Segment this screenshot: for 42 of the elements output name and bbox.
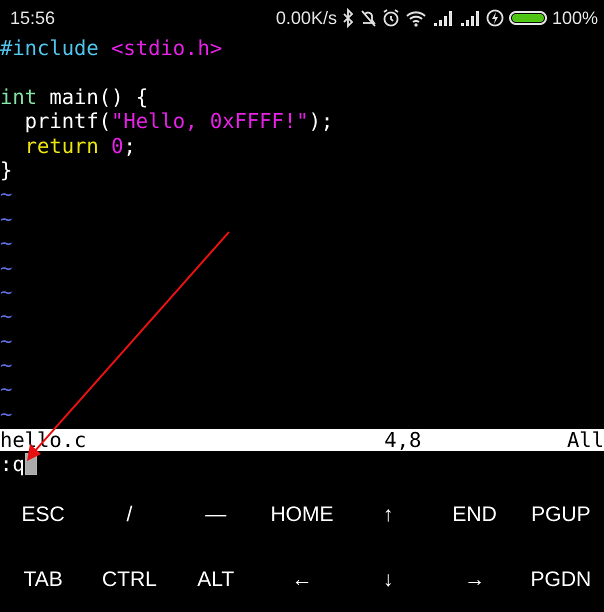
key-button[interactable]: PGUP bbox=[518, 490, 604, 540]
code-line: #include <stdio.h> bbox=[0, 36, 222, 60]
code-line: } bbox=[0, 158, 12, 182]
empty-line-marker: ~ bbox=[0, 280, 12, 304]
signal-icon bbox=[432, 8, 454, 28]
muted-bell-icon bbox=[358, 8, 377, 28]
empty-line-marker: ~ bbox=[0, 256, 12, 280]
key-button[interactable]: — bbox=[172, 490, 259, 540]
code-line: printf("Hello, 0xFFFF!"); bbox=[24, 109, 334, 134]
cursor-position: 4,8 bbox=[384, 429, 422, 452]
empty-line-marker: ~ bbox=[0, 304, 12, 328]
network-speed: 0.00K/s bbox=[276, 8, 337, 28]
code-line: return 0; bbox=[24, 134, 136, 158]
battery-icon bbox=[508, 11, 547, 25]
empty-line-marker: ~ bbox=[0, 328, 12, 353]
signal-icon bbox=[458, 8, 481, 28]
key-button[interactable]: CTRL bbox=[86, 554, 173, 605]
empty-line-marker: ~ bbox=[0, 353, 12, 378]
key-button[interactable]: HOME bbox=[258, 490, 346, 540]
code-line: int main() { bbox=[0, 84, 148, 109]
key-button[interactable]: TAB bbox=[0, 554, 86, 605]
key-button[interactable]: PGDN bbox=[518, 554, 604, 605]
clock-time: 15:56 bbox=[10, 8, 56, 28]
empty-line-marker: ~ bbox=[0, 206, 12, 231]
key-button[interactable]: ALT bbox=[172, 554, 259, 605]
key-button[interactable]: END bbox=[431, 490, 518, 540]
alarm-clock-icon bbox=[382, 8, 400, 28]
empty-line-marker: ~ bbox=[0, 182, 12, 206]
key-button[interactable]: ← bbox=[258, 554, 346, 605]
key-button[interactable]: ↓ bbox=[345, 554, 432, 605]
command-text: :q bbox=[0, 452, 25, 476]
scroll-position: All bbox=[566, 429, 604, 452]
bluetooth-icon bbox=[342, 8, 354, 28]
battery-percent: 100% bbox=[552, 8, 598, 28]
empty-line-marker: ~ bbox=[0, 377, 12, 402]
empty-line-marker: ~ bbox=[0, 231, 12, 256]
key-button[interactable]: ↑ bbox=[345, 490, 432, 540]
key-button[interactable]: → bbox=[431, 554, 518, 605]
key-button[interactable]: / bbox=[86, 490, 173, 540]
empty-line-marker: ~ bbox=[0, 402, 12, 426]
charging-icon bbox=[486, 8, 504, 28]
key-button[interactable]: ESC bbox=[0, 490, 86, 540]
